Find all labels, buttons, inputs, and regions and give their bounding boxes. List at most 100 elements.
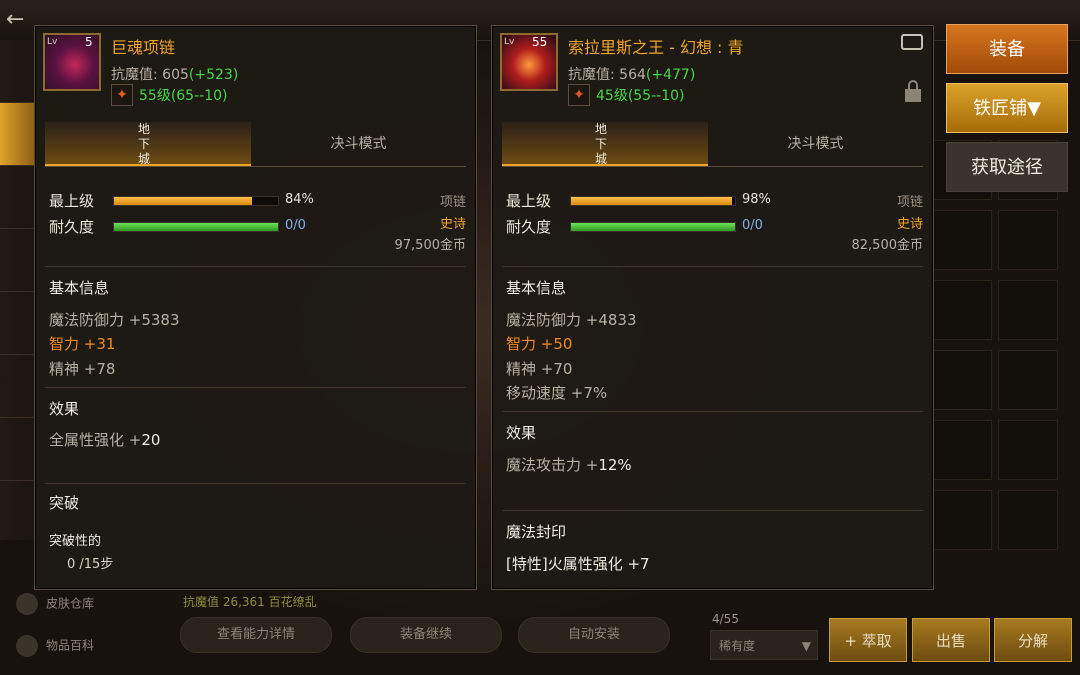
upgrade-bar-fill	[571, 197, 732, 205]
basic-info-title: 基本信息	[49, 279, 110, 297]
tab-dungeon[interactable]: 地 下 城	[45, 122, 251, 166]
durability-value: 0/0	[742, 218, 763, 233]
item-rarity: 史诗	[440, 213, 466, 232]
item-name: 巨魂项链	[111, 38, 176, 57]
auto-equip-button[interactable]: 自动安装	[518, 617, 670, 653]
stat-magic-defense: 魔法防御力 +5383	[49, 311, 180, 329]
level-prefix: Lv	[504, 37, 515, 47]
inventory-slot[interactable]	[998, 280, 1058, 340]
left-nav-tab[interactable]	[0, 40, 36, 103]
lock-icon[interactable]	[905, 80, 921, 102]
magic-seal-line: [特性]火属性强化 +7	[506, 555, 650, 573]
level-range: ✦ 45级(55--10)	[568, 84, 684, 108]
item-type-text: 项链	[439, 195, 466, 210]
item-price: 82,500金币	[852, 234, 924, 253]
left-nav-tab[interactable]	[0, 229, 36, 292]
sort-label: 稀有度	[719, 639, 756, 653]
equip-continue-button[interactable]: 装备继续	[350, 617, 502, 653]
price-text: 97,500金币	[394, 238, 467, 253]
inventory-slot[interactable]	[998, 420, 1058, 480]
tab-dungeon-label: 地 下 城	[594, 122, 607, 166]
inventory-slot[interactable]	[932, 490, 992, 550]
left-nav	[0, 40, 36, 540]
bottom-links: 皮肤仓库 物品百科	[0, 585, 180, 675]
effect-value: 12%	[598, 456, 632, 474]
left-nav-tab-active[interactable]	[0, 103, 36, 166]
durability-bar-fill	[571, 223, 735, 231]
effect-line: 魔法攻击力 +12%	[506, 454, 632, 475]
magic-resist: 抗魔值: 605(+523)	[111, 64, 238, 84]
level-range-text: 45级(55--10)	[596, 88, 685, 104]
item-tooltip-right: Lv 55 索拉里斯之王 - 幻想 : 青 抗魔值: 564(+477) ✦ 45…	[491, 25, 934, 590]
arrow-left-icon[interactable]: ←	[6, 8, 30, 32]
stat-spirit: 精神 +70	[506, 360, 573, 378]
link-label: 物品百科	[46, 638, 95, 653]
magic-seal-title: 魔法封印	[506, 523, 567, 541]
basic-info-title: 基本信息	[506, 279, 567, 297]
blacksmith-dropdown-button[interactable]: 铁匠铺▼	[946, 83, 1068, 133]
breakthrough-steps: 0 /15步	[67, 557, 114, 572]
item-level: 5	[85, 35, 93, 49]
durability-label: 耐久度	[49, 218, 95, 236]
upgrade-bar	[570, 196, 736, 206]
divider	[502, 411, 923, 412]
item-tooltip-left: Lv 5 巨魂项链 抗魔值: 605(+523) ✦ 55级(65--10) 地 …	[34, 25, 477, 590]
upgrade-percent: 84%	[285, 192, 314, 207]
tab-duel[interactable]: 决斗模式	[251, 122, 466, 166]
item-type: 项链	[440, 191, 466, 210]
inventory-slot[interactable]	[932, 280, 992, 340]
background-stat: 抗魔值 26,361 百花缭乱	[183, 595, 317, 609]
inventory-slot[interactable]	[998, 350, 1058, 410]
divider	[502, 266, 923, 267]
tab-dungeon[interactable]: 地 下 城	[502, 122, 708, 166]
item-price: 97,500金币	[395, 234, 467, 253]
item-encyclopedia-link[interactable]: 物品百科	[16, 635, 94, 657]
link-label: 皮肤仓库	[46, 596, 95, 611]
mode-tabs: 地 下 城 决斗模式	[45, 122, 466, 167]
effect-title: 效果	[49, 400, 80, 418]
sell-button[interactable]: 出售	[912, 618, 990, 662]
magic-resist: 抗魔值: 564(+477)	[568, 64, 695, 84]
share-icon[interactable]	[901, 34, 923, 50]
divider	[45, 266, 466, 267]
inventory-slot[interactable]	[932, 210, 992, 270]
upgrade-bar	[113, 196, 279, 206]
breakthrough-subtitle: 突破性的	[49, 534, 102, 549]
inventory-slot[interactable]	[932, 420, 992, 480]
divider	[45, 483, 466, 484]
upgrade-bar-fill	[114, 197, 252, 205]
effect-line: 全属性强化 +20	[49, 429, 160, 450]
durability-bar-fill	[114, 223, 278, 231]
rank-flame-icon: ✦	[568, 84, 590, 106]
disassemble-button[interactable]: 分解	[994, 618, 1072, 662]
rank-flame-icon: ✦	[111, 84, 133, 106]
acquisition-route-button[interactable]: 获取途径	[946, 142, 1068, 192]
inventory-grid	[932, 140, 1072, 600]
wardrobe-icon	[16, 593, 38, 615]
stat-intelligence: 智力 +31	[49, 335, 116, 353]
view-ability-button[interactable]: 查看能力详情	[180, 617, 332, 653]
tab-duel[interactable]: 决斗模式	[708, 122, 923, 166]
left-nav-tab[interactable]	[0, 418, 36, 481]
sort-dropdown[interactable]: 稀有度 ▼	[710, 630, 818, 660]
durability-bar	[113, 222, 279, 232]
inventory-count: 4/55	[712, 612, 739, 626]
inventory-slot[interactable]	[932, 350, 992, 410]
chevron-down-icon: ▼	[801, 639, 811, 653]
inventory-slot[interactable]	[998, 210, 1058, 270]
resist-bonus: (+477)	[645, 67, 696, 83]
skin-storage-link[interactable]: 皮肤仓库	[16, 593, 94, 615]
equip-button[interactable]: 装备	[946, 24, 1068, 74]
resist-value: 564	[619, 67, 646, 83]
left-nav-tab[interactable]	[0, 292, 36, 355]
left-nav-tab[interactable]	[0, 355, 36, 418]
extract-button[interactable]: + 萃取	[829, 618, 907, 662]
divider	[502, 510, 923, 511]
effect-prefix: 全属性强化 +	[49, 431, 142, 449]
durability-label: 耐久度	[506, 218, 552, 236]
price-text: 82,500金币	[851, 238, 924, 253]
inventory-slot[interactable]	[998, 490, 1058, 550]
left-nav-tab[interactable]	[0, 166, 36, 229]
effect-value: 20	[141, 431, 161, 449]
level-range-text: 55级(65--10)	[139, 88, 228, 104]
